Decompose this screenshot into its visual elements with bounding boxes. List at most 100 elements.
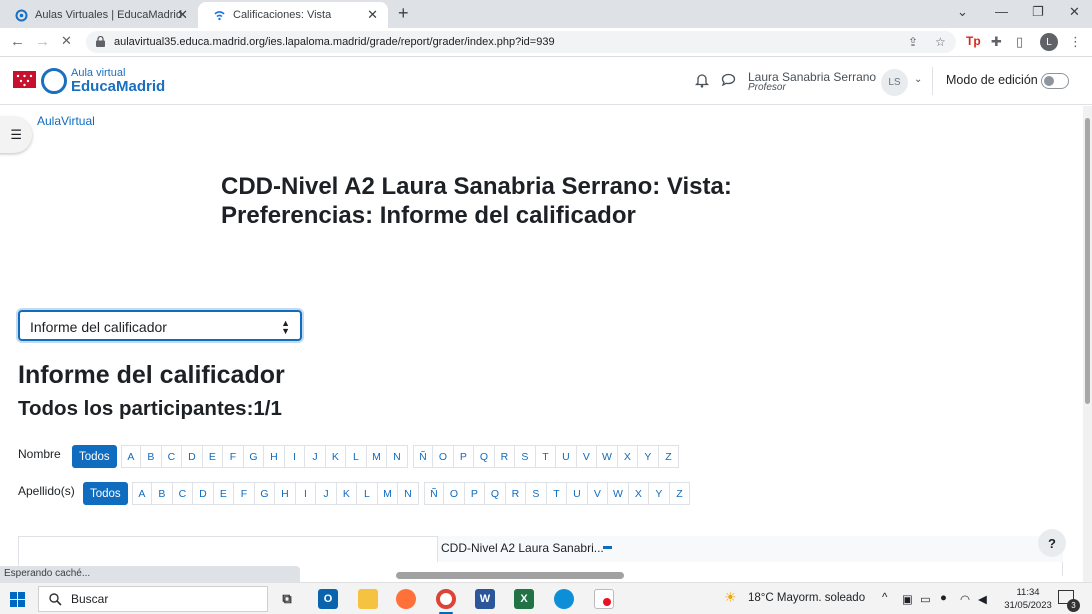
last-name-initial-10[interactable]: K	[336, 482, 358, 505]
first-name-initial-6[interactable]: G	[243, 445, 265, 468]
microphone-icon[interactable]: ●	[940, 592, 947, 604]
side-panel-icon[interactable]: ▯	[1016, 34, 1023, 50]
collapse-icon[interactable]	[603, 546, 612, 549]
first-name-initial-1[interactable]: B	[141, 445, 162, 468]
last-name-initial-0[interactable]: A	[131, 482, 153, 505]
close-tab-icon[interactable]: ✕	[367, 7, 378, 23]
user-avatar[interactable]: LS	[881, 69, 908, 96]
minimize-icon[interactable]: —	[995, 4, 1008, 19]
excel-app-icon[interactable]: X	[514, 589, 534, 609]
extension-tp-icon[interactable]: Tp	[966, 34, 981, 48]
weather-text[interactable]: 18°C Mayorm. soleado	[748, 592, 865, 604]
last-name-initial-g2-1[interactable]: O	[444, 482, 465, 505]
logo-title[interactable]: EducaMadrid	[71, 78, 165, 95]
help-button[interactable]: ?	[1038, 529, 1066, 557]
first-name-initial-g2-8[interactable]: V	[576, 445, 598, 468]
extensions-puzzle-icon[interactable]: ✚	[991, 34, 1002, 50]
last-name-initial-7[interactable]: H	[275, 482, 296, 505]
first-name-initial-3[interactable]: D	[182, 445, 203, 468]
first-name-initial-g2-6[interactable]: T	[535, 445, 557, 468]
chrome-menu-icon[interactable]: ⋮	[1069, 34, 1082, 50]
first-name-initial-5[interactable]: F	[223, 445, 244, 468]
first-name-initial-g2-1[interactable]: O	[433, 445, 454, 468]
document-app-icon[interactable]	[594, 589, 614, 609]
word-app-icon[interactable]: W	[475, 589, 495, 609]
first-name-initial-10[interactable]: K	[325, 445, 347, 468]
last-name-initial-3[interactable]: D	[193, 482, 214, 505]
first-name-all-button[interactable]: Todos	[72, 445, 117, 468]
last-name-initial-g2-0[interactable]: Ñ	[423, 482, 445, 505]
messages-icon[interactable]	[721, 73, 736, 86]
outlook-app-icon[interactable]: O	[318, 589, 338, 609]
first-name-initial-12[interactable]: M	[366, 445, 388, 468]
weather-icon[interactable]: ☀	[724, 589, 737, 606]
course-index-drawer-button[interactable]: ☰	[0, 117, 32, 153]
close-tab-icon[interactable]: ✕	[177, 7, 188, 23]
wifi-icon[interactable]: ◠	[960, 592, 970, 606]
task-view-icon[interactable]: ⧉	[277, 589, 297, 609]
first-name-initial-g2-11[interactable]: Y	[638, 445, 659, 468]
first-name-initial-g2-10[interactable]: X	[617, 445, 639, 468]
forward-icon[interactable]: →	[35, 33, 50, 50]
first-name-initial-9[interactable]: J	[305, 445, 326, 468]
first-name-initial-0[interactable]: A	[120, 445, 142, 468]
address-bar[interactable]: aulavirtual35.educa.madrid.org/ies.lapal…	[86, 31, 956, 53]
chevron-down-icon[interactable]: ⌄	[914, 74, 922, 85]
first-name-initial-g2-12[interactable]: Z	[658, 445, 680, 468]
tray-camera-icon[interactable]: ▣	[902, 592, 913, 606]
first-name-initial-8[interactable]: I	[284, 445, 306, 468]
first-name-initial-g2-4[interactable]: R	[494, 445, 516, 468]
first-name-initial-g2-3[interactable]: Q	[474, 445, 495, 468]
last-name-initial-13[interactable]: N	[398, 482, 419, 505]
last-name-initial-g2-2[interactable]: P	[464, 482, 486, 505]
last-name-initial-9[interactable]: J	[316, 482, 337, 505]
back-icon[interactable]: ←	[10, 33, 25, 50]
last-name-initial-5[interactable]: F	[234, 482, 255, 505]
chrome-app-icon[interactable]	[436, 589, 456, 609]
first-name-initial-7[interactable]: H	[264, 445, 285, 468]
first-name-initial-g2-2[interactable]: P	[453, 445, 475, 468]
stop-icon[interactable]: ✕	[61, 33, 72, 49]
last-name-initial-4[interactable]: E	[213, 482, 235, 505]
firefox-app-icon[interactable]	[396, 589, 416, 609]
bookmark-star-icon[interactable]: ☆	[935, 35, 946, 49]
last-name-initial-g2-5[interactable]: S	[526, 482, 547, 505]
restore-icon[interactable]: ❐	[1032, 4, 1044, 20]
last-name-all-button[interactable]: Todos	[83, 482, 128, 505]
vertical-scrollbar-thumb[interactable]	[1085, 118, 1090, 404]
last-name-initial-12[interactable]: M	[377, 482, 399, 505]
edge-app-icon[interactable]	[554, 589, 574, 609]
last-name-initial-g2-3[interactable]: Q	[485, 482, 506, 505]
first-name-initial-g2-7[interactable]: U	[556, 445, 577, 468]
tab-calificaciones[interactable]: Calificaciones: Vista ✕	[198, 2, 388, 28]
speaker-icon[interactable]: ◀	[978, 592, 987, 606]
close-window-icon[interactable]: ✕	[1069, 4, 1080, 20]
first-name-initial-g2-0[interactable]: Ñ	[412, 445, 434, 468]
last-name-initial-g2-10[interactable]: X	[628, 482, 650, 505]
first-name-initial-g2-5[interactable]: S	[515, 445, 536, 468]
last-name-initial-g2-8[interactable]: V	[587, 482, 609, 505]
edit-mode-toggle[interactable]	[1041, 73, 1069, 89]
taskbar-search-box[interactable]: Buscar	[38, 586, 268, 612]
last-name-initial-2[interactable]: C	[172, 482, 194, 505]
share-icon[interactable]: ⇪	[908, 35, 918, 49]
tab-aulas-virtuales[interactable]: Aulas Virtuales | EducaMadrid ✕	[0, 2, 198, 28]
breadcrumb[interactable]: AulaVirtual	[37, 114, 95, 128]
last-name-initial-g2-9[interactable]: W	[608, 482, 629, 505]
horizontal-scrollbar-thumb[interactable]	[396, 572, 624, 579]
notifications-bell-icon[interactable]	[695, 72, 709, 88]
first-name-initial-g2-9[interactable]: W	[597, 445, 618, 468]
last-name-initial-g2-4[interactable]: R	[505, 482, 527, 505]
last-name-initial-g2-12[interactable]: Z	[669, 482, 691, 505]
last-name-initial-11[interactable]: L	[357, 482, 378, 505]
course-total-header[interactable]: CDD-Nivel A2 Laura Sanabri...	[441, 541, 604, 555]
last-name-initial-1[interactable]: B	[152, 482, 173, 505]
tray-chevron-up-icon[interactable]: ^	[882, 592, 887, 604]
tab-search-icon[interactable]: ⌄	[957, 4, 968, 20]
new-tab-icon[interactable]: +	[398, 3, 409, 24]
taskbar-clock[interactable]: 11:34 31/05/2023	[1003, 586, 1053, 612]
first-name-initial-2[interactable]: C	[161, 445, 183, 468]
last-name-initial-g2-11[interactable]: Y	[649, 482, 670, 505]
last-name-initial-g2-7[interactable]: U	[567, 482, 588, 505]
last-name-initial-6[interactable]: G	[254, 482, 276, 505]
